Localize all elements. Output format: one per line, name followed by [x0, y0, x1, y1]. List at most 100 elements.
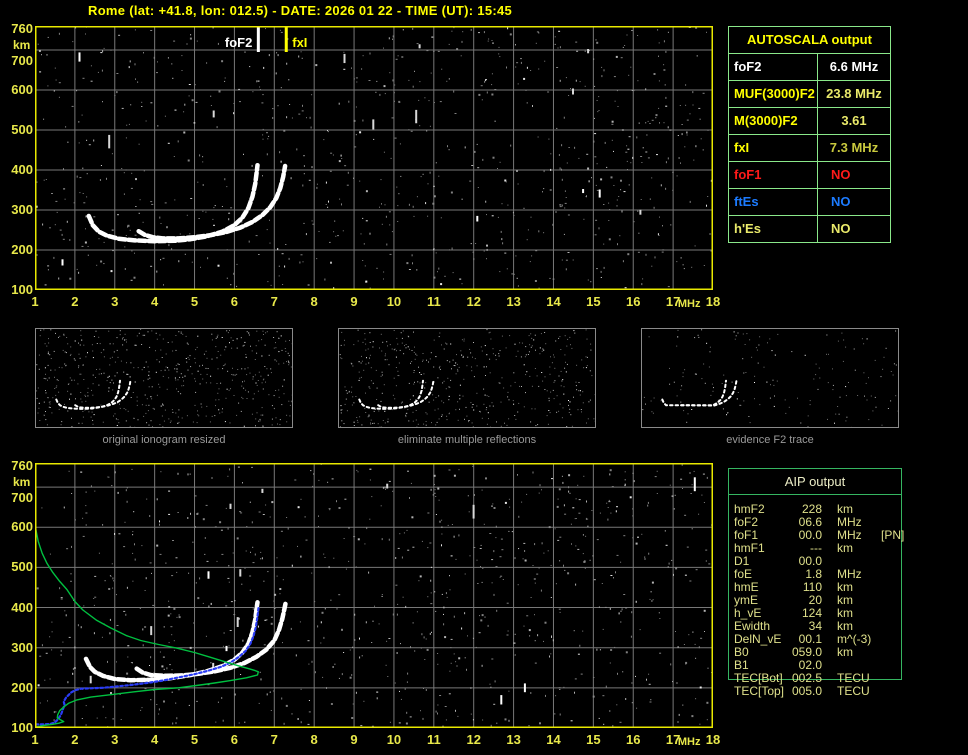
- autoscala-row-value: 3.61: [841, 113, 867, 128]
- noise-dot: [577, 484, 579, 486]
- y-tick-label: 100: [11, 282, 33, 297]
- noise-dot: [837, 406, 839, 407]
- noise-dot: [148, 404, 150, 406]
- noise-dot: [47, 85, 49, 87]
- noise-dot: [156, 544, 159, 547]
- noise-dot: [167, 367, 169, 369]
- noise-dot: [372, 382, 374, 384]
- noise-dot: [626, 145, 628, 147]
- noise-dot: [129, 376, 131, 378]
- noise-dot: [275, 417, 277, 419]
- noise-dot: [251, 521, 253, 524]
- noise-dot: [100, 352, 102, 354]
- noise-dot: [483, 388, 485, 390]
- noise-dot: [592, 695, 595, 698]
- noise-dot: [216, 383, 218, 384]
- noise-dot: [381, 538, 383, 541]
- noise-dot: [419, 81, 421, 83]
- noise-dot: [178, 614, 180, 616]
- noise-dot: [376, 387, 378, 389]
- noise-dot: [116, 349, 118, 351]
- noise-dot: [96, 343, 98, 344]
- noise-dot: [121, 168, 123, 169]
- noise-dot: [454, 113, 457, 114]
- noise-dot: [527, 229, 529, 231]
- noise-dot: [180, 393, 182, 395]
- noise-dot: [274, 593, 277, 596]
- noise-dot: [397, 205, 399, 207]
- noise-dot: [156, 270, 158, 273]
- noise-dot: [328, 200, 329, 203]
- noise-dot: [341, 358, 343, 360]
- noise-dot: [381, 595, 383, 597]
- noise-dot: [620, 189, 622, 191]
- noise-dot: [311, 220, 313, 222]
- noise-dot: [227, 370, 229, 372]
- noise-dot: [425, 689, 427, 691]
- noise-dot: [291, 117, 293, 119]
- noise-dot: [102, 50, 104, 53]
- noise-dot: [349, 649, 351, 651]
- noise-dot: [176, 371, 178, 373]
- noise-dot: [596, 41, 599, 44]
- noise-dot: [273, 337, 275, 338]
- noise-dot: [221, 60, 224, 63]
- noise-dot: [701, 378, 703, 380]
- noise-dot: [39, 702, 41, 704]
- noise-dot: [207, 257, 209, 260]
- noise-dot: [425, 638, 427, 640]
- noise-dot: [60, 597, 63, 599]
- noise-dot: [670, 224, 672, 226]
- noise-dot: [51, 193, 53, 194]
- noise-dot: [180, 332, 182, 334]
- autoscala-row-label: MUF(3000)F2: [729, 81, 818, 107]
- noise-dot: [815, 363, 817, 365]
- noise-dot: [550, 356, 551, 358]
- noise-dot: [422, 173, 424, 175]
- noise-dot: [246, 374, 248, 376]
- noise-dot: [434, 591, 436, 593]
- noise-dot: [52, 397, 54, 399]
- noise-dot: [642, 409, 644, 411]
- noise-dot: [368, 414, 370, 416]
- noise-dot: [448, 413, 450, 415]
- noise-dot: [372, 341, 374, 343]
- noise-dot: [98, 384, 100, 386]
- x-tick-label: 10: [386, 294, 402, 309]
- noise-dot: [340, 405, 342, 407]
- noise-dot: [136, 396, 138, 398]
- noise-dot: [472, 466, 474, 467]
- noise-dot: [580, 409, 582, 410]
- noise-dot: [486, 258, 487, 260]
- noise-dot: [327, 206, 329, 208]
- noise-dot: [583, 367, 585, 369]
- noise-dot: [671, 495, 674, 497]
- noise-dot: [129, 425, 131, 427]
- noise-dot: [224, 349, 226, 351]
- noise-dot: [384, 410, 386, 412]
- noise-dot: [480, 346, 482, 348]
- noise-dot: [289, 104, 291, 105]
- x-tick-label: 2: [71, 294, 79, 309]
- noise-dot: [229, 342, 230, 344]
- noise-dot: [340, 409, 342, 411]
- noise-dot: [595, 219, 598, 221]
- noise-dot: [37, 684, 40, 687]
- noise-dot: [767, 342, 768, 344]
- noise-dot: [573, 630, 575, 632]
- noise-dot: [49, 636, 51, 638]
- noise-dot: [542, 380, 544, 382]
- noise-dot: [680, 401, 682, 403]
- noise-dot: [369, 354, 371, 356]
- noise-dot: [610, 176, 613, 179]
- noise-dot: [455, 373, 457, 375]
- noise-dot: [39, 71, 42, 73]
- noise-dot: [51, 412, 53, 414]
- noise-dot: [196, 40, 198, 42]
- noise-dot: [351, 717, 354, 719]
- noise-dot: [374, 605, 375, 607]
- noise-dot: [280, 160, 282, 163]
- noise-dot: [47, 364, 49, 366]
- noise-dot: [179, 233, 181, 235]
- noise-dot: [78, 367, 79, 369]
